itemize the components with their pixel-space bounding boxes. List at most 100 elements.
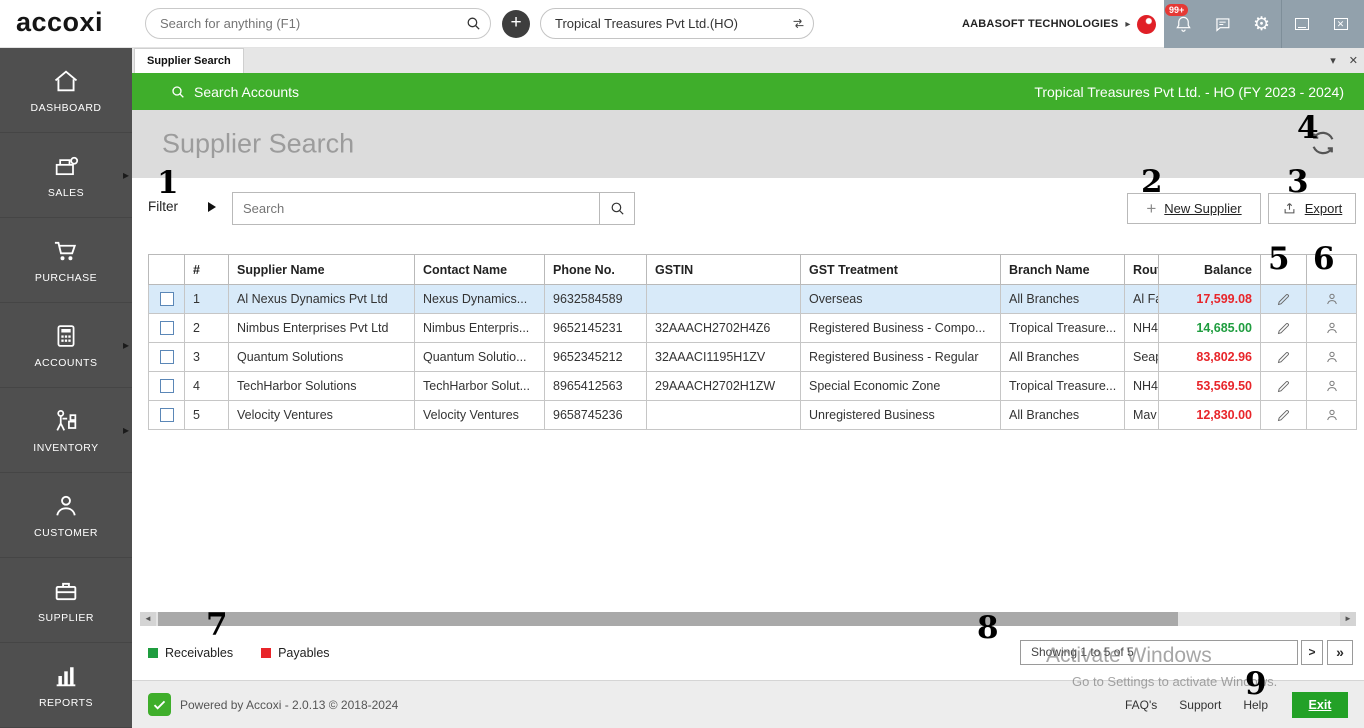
tab-close-icon[interactable]: ✕ — [1349, 54, 1358, 67]
export-button[interactable]: Export — [1268, 193, 1356, 224]
global-search-input[interactable] — [146, 16, 456, 31]
company-fy-label: Tropical Treasures Pvt Ltd. - HO (FY 202… — [1034, 83, 1344, 100]
table-row[interactable]: 3 Quantum Solutions Quantum Solutio... 9… — [148, 342, 1357, 372]
briefcase-icon — [55, 582, 77, 600]
minimize-window-button[interactable] — [1282, 0, 1321, 48]
header-checkbox-cell — [148, 254, 185, 285]
bar-chart-icon — [56, 666, 76, 686]
org-logo-icon — [1137, 14, 1157, 34]
toolbar: Filter + New Supplier Export — [132, 178, 1364, 240]
table-search-input[interactable] — [233, 193, 599, 224]
scroll-right-icon[interactable]: ► — [1340, 612, 1356, 626]
search-accounts-icon — [172, 85, 184, 98]
sidebar-item-inventory[interactable]: INVENTORY ▸ — [0, 388, 132, 473]
row-checkbox[interactable] — [159, 321, 174, 336]
sidebar-item-reports[interactable]: REPORTS — [0, 643, 132, 728]
search-icon — [611, 202, 624, 215]
col-phone: Phone No. — [544, 254, 647, 285]
plus-icon: + — [1146, 198, 1157, 218]
submenu-arrow-icon: ▸ — [122, 168, 129, 182]
support-link[interactable]: Support — [1179, 698, 1221, 712]
sidebar-item-purchase[interactable]: PURCHASE — [0, 218, 132, 303]
sales-icon — [55, 156, 79, 175]
scrollbar-thumb[interactable] — [158, 612, 1178, 626]
row-checkbox[interactable] — [159, 350, 174, 365]
calculator-icon — [57, 324, 75, 347]
col-contact-name: Contact Name — [414, 254, 545, 285]
table-row[interactable]: 4 TechHarbor Solutions TechHarbor Solut.… — [148, 371, 1357, 401]
page-title-band: Supplier Search — [132, 110, 1364, 178]
contact-person-icon[interactable] — [1324, 378, 1340, 394]
row-checkbox[interactable] — [159, 292, 174, 307]
pagination-status: Showing 1 to 5 of 5 — [1020, 640, 1298, 665]
accoxi-logo: accoxi — [16, 7, 104, 37]
person-icon — [56, 495, 76, 516]
chat-icon — [1216, 17, 1230, 32]
settings-button[interactable]: ⚙ — [1242, 0, 1281, 48]
search-icon[interactable] — [456, 15, 490, 32]
edit-pencil-icon[interactable] — [1276, 408, 1291, 423]
table-header-row: # Supplier Name Contact Name Phone No. G… — [148, 254, 1357, 285]
pagination-next-button[interactable]: > — [1301, 640, 1323, 665]
sidebar-item-sales[interactable]: SALES ▸ — [0, 133, 132, 218]
row-checkbox[interactable] — [159, 408, 174, 423]
row-checkbox[interactable] — [159, 379, 174, 394]
scroll-left-icon[interactable]: ◄ — [140, 612, 156, 626]
help-link[interactable]: Help — [1243, 698, 1268, 712]
organization-menu[interactable]: AABASOFT TECHNOLOGIES ▸ — [962, 0, 1157, 48]
col-edit — [1260, 254, 1307, 285]
legend-payables: Payables — [261, 646, 330, 660]
edit-pencil-icon[interactable] — [1276, 321, 1291, 336]
messages-button[interactable] — [1203, 0, 1242, 48]
table-row[interactable]: 2 Nimbus Enterprises Pvt Ltd Nimbus Ente… — [148, 313, 1357, 343]
organization-name: AABASOFT TECHNOLOGIES — [962, 18, 1119, 30]
table-row[interactable]: 1 Al Nexus Dynamics Pvt Ltd Nexus Dynami… — [148, 284, 1357, 314]
edit-pencil-icon[interactable] — [1276, 379, 1291, 394]
col-contact-icon — [1306, 254, 1357, 285]
col-gstin: GSTIN — [646, 254, 801, 285]
horizontal-scrollbar[interactable]: ◄ ► — [140, 612, 1356, 626]
edit-pencil-icon[interactable] — [1276, 350, 1291, 365]
tab-supplier-search[interactable]: Supplier Search — [134, 48, 244, 73]
sidebar-item-dashboard[interactable]: DASHBOARD — [0, 48, 132, 133]
home-icon — [54, 69, 78, 91]
switch-company-icon[interactable] — [783, 15, 813, 32]
global-search — [145, 8, 491, 39]
sidebar-item-customer[interactable]: CUSTOMER — [0, 473, 132, 558]
company-selector[interactable]: Tropical Treasures Pvt Ltd.(HO) — [540, 8, 814, 39]
col-branch-name: Branch Name — [1000, 254, 1125, 285]
refresh-icon[interactable] — [1308, 128, 1338, 161]
close-window-button[interactable]: ✕ — [1321, 0, 1360, 48]
contact-person-icon[interactable] — [1324, 407, 1340, 423]
filter-label: Filter — [148, 199, 178, 214]
col-route: Rout — [1124, 254, 1159, 285]
contact-person-icon[interactable] — [1324, 320, 1340, 336]
submenu-arrow-icon: ▸ — [122, 423, 129, 437]
exit-button[interactable]: Exit — [1292, 691, 1348, 718]
main-area: Supplier Search ▾ ✕ Search Accounts Trop… — [132, 48, 1364, 728]
edit-pencil-icon[interactable] — [1276, 292, 1291, 307]
contact-person-icon[interactable] — [1324, 291, 1340, 307]
sidebar-item-supplier[interactable]: SUPPLIER — [0, 558, 132, 643]
pagination-last-button[interactable]: » — [1327, 640, 1353, 665]
col-gst-treatment: GST Treatment — [800, 254, 1001, 285]
filter-dropdown[interactable]: Filter — [148, 199, 216, 214]
topbar-icon-tray: 99+ ⚙ ✕ — [1164, 0, 1364, 48]
quick-add-button[interactable]: + — [502, 10, 530, 38]
contact-person-icon[interactable] — [1324, 349, 1340, 365]
gear-icon: ⚙ — [1252, 13, 1271, 35]
module-title: Search Accounts — [194, 83, 300, 100]
submenu-arrow-icon: ▸ — [122, 338, 129, 352]
legend-receivables: Receivables — [148, 646, 233, 660]
payables-swatch — [261, 648, 272, 658]
chevron-right-icon: ▸ — [1125, 18, 1131, 30]
sidebar-item-accounts[interactable]: ACCOUNTS ▸ — [0, 303, 132, 388]
new-supplier-button[interactable]: + New Supplier — [1127, 193, 1261, 224]
table-row[interactable]: 5 Velocity Ventures Velocity Ventures 96… — [148, 400, 1357, 430]
table-search-button[interactable] — [599, 193, 634, 224]
company-selector-label: Tropical Treasures Pvt Ltd.(HO) — [555, 16, 739, 31]
powered-by-text: Powered by Accoxi - 2.0.13 © 2018-2024 — [180, 697, 399, 712]
notifications-button[interactable]: 99+ — [1164, 0, 1203, 48]
tab-list-caret-icon[interactable]: ▾ — [1330, 54, 1336, 67]
faq-link[interactable]: FAQ's — [1125, 698, 1157, 712]
